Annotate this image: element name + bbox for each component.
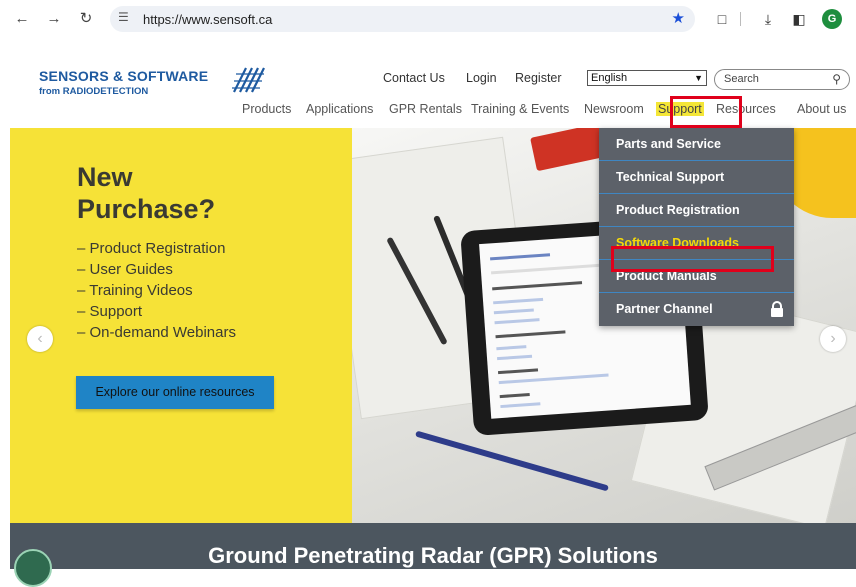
back-icon[interactable]: ←: [12, 9, 32, 29]
forward-icon[interactable]: →: [44, 9, 64, 29]
hero-title: New Purchase?: [77, 161, 215, 225]
login-link[interactable]: Login: [466, 71, 497, 85]
reload-icon[interactable]: ↻: [76, 9, 96, 29]
explore-resources-button[interactable]: Explore our online resources: [76, 376, 274, 409]
menu-item-technical-support[interactable]: Technical Support: [599, 161, 794, 194]
solutions-banner: Ground Penetrating Radar (GPR) Solutions: [10, 523, 856, 587]
hero-panel: New Purchase? – Product Registration – U…: [10, 128, 352, 523]
menu-item-product-registration[interactable]: Product Registration: [599, 194, 794, 227]
pencil: [415, 430, 609, 492]
register-link[interactable]: Register: [515, 71, 562, 85]
hero-list-item: – Training Videos: [77, 282, 193, 299]
hero-list: – Product Registration – User Guides – T…: [77, 238, 236, 343]
search-icon[interactable]: ⚲: [832, 72, 841, 86]
search-input[interactable]: Search ⚲: [714, 69, 850, 90]
logo-subtext[interactable]: from RADIODETECTION: [39, 86, 148, 97]
menu-item-label: Product Registration: [616, 203, 740, 217]
nav-applications[interactable]: Applications: [306, 102, 373, 116]
address-bar[interactable]: ☰ https://www.sensoft.ca ★: [110, 6, 695, 32]
nav-newsroom[interactable]: Newsroom: [584, 102, 644, 116]
menu-item-parts-and-service[interactable]: Parts and Service: [599, 128, 794, 161]
language-select[interactable]: English ▼: [587, 70, 707, 86]
hero-title-line1: New: [77, 162, 133, 192]
chevron-right-icon: ›: [830, 330, 836, 347]
hero-list-item: – Support: [77, 303, 143, 320]
logo-text[interactable]: SENSORS & SOFTWARE: [39, 68, 208, 84]
carousel-prev-button[interactable]: ‹: [27, 326, 53, 352]
search-placeholder: Search: [724, 73, 759, 85]
logo-mark-icon[interactable]: [232, 66, 266, 94]
support-dropdown-menu: Parts and Service Technical Support Prod…: [599, 128, 794, 326]
language-value: English: [591, 72, 628, 84]
side-panel-icon[interactable]: ◧: [789, 9, 809, 29]
menu-item-label: Technical Support: [616, 170, 725, 184]
hero-list-item: – On-demand Webinars: [77, 324, 236, 341]
contact-us-link[interactable]: Contact Us: [383, 71, 445, 85]
site-info-icon[interactable]: ☰: [118, 10, 129, 24]
carousel-next-button[interactable]: ›: [820, 326, 846, 352]
chevron-down-icon: ▼: [694, 73, 703, 83]
url-text[interactable]: https://www.sensoft.ca: [143, 12, 272, 27]
nav-gpr-rentals[interactable]: GPR Rentals: [389, 102, 462, 116]
nav-about-us[interactable]: About us: [797, 102, 846, 116]
hero-list-item: – User Guides: [77, 261, 173, 278]
menu-item-label: Partner Channel: [616, 302, 713, 316]
annotation-box: [670, 96, 742, 128]
hero-title-line2: Purchase?: [77, 194, 216, 224]
lock-icon: [771, 301, 783, 317]
browser-toolbar: ← → ↻ ☰ https://www.sensoft.ca ★ □ ⤓ ◧ G: [0, 0, 856, 38]
nav-training-events[interactable]: Training & Events: [471, 102, 569, 116]
annotation-box: [611, 246, 774, 272]
solutions-title: Ground Penetrating Radar (GPR) Solutions: [208, 543, 658, 568]
extensions-icon[interactable]: □: [712, 9, 732, 29]
nav-products[interactable]: Products: [242, 102, 291, 116]
hero-list-item: – Product Registration: [77, 240, 226, 257]
menu-item-label: Parts and Service: [616, 137, 721, 151]
download-icon[interactable]: ⤓: [758, 9, 778, 29]
toolbar-divider: [740, 12, 741, 26]
menu-item-partner-channel[interactable]: Partner Channel: [599, 293, 794, 326]
bookmark-star-icon[interactable]: ★: [672, 9, 685, 27]
chevron-left-icon: ‹: [37, 330, 43, 347]
profile-avatar[interactable]: G: [822, 9, 842, 29]
